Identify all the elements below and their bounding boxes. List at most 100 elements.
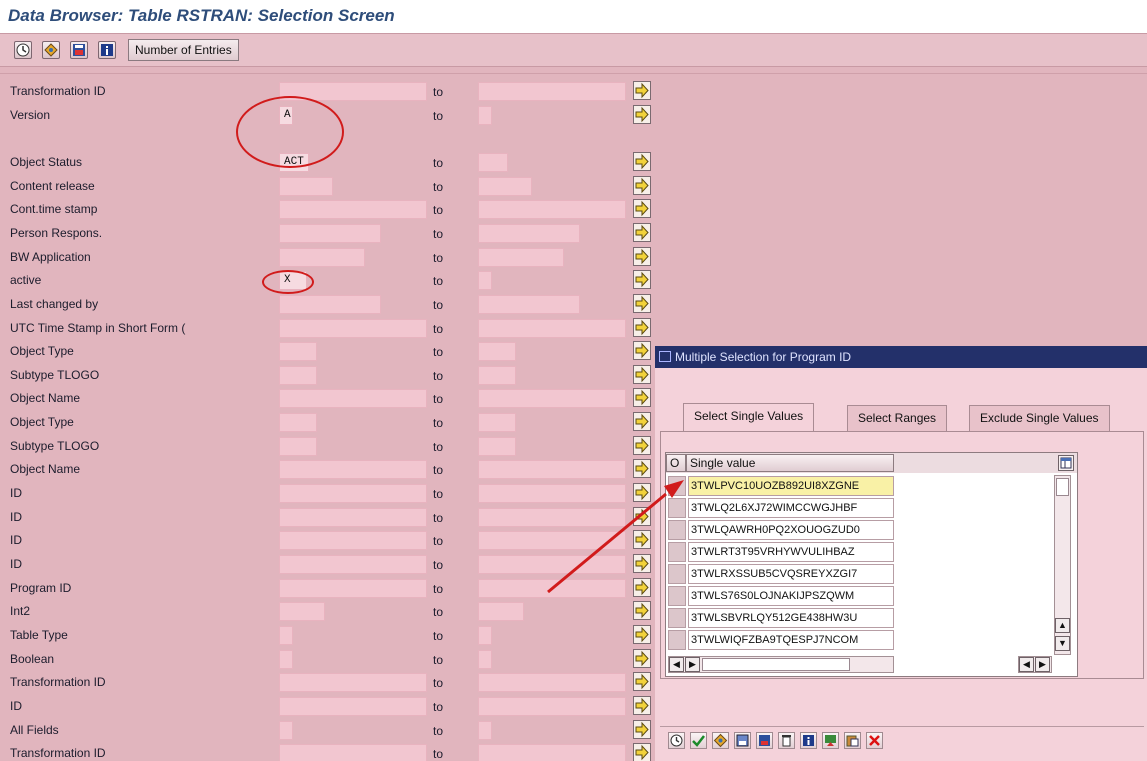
from-input[interactable] <box>279 247 365 267</box>
from-input[interactable] <box>279 555 427 574</box>
paste-icon[interactable] <box>844 732 861 749</box>
multiple-selection-button[interactable] <box>633 695 651 715</box>
to-input[interactable] <box>478 531 626 551</box>
from-input[interactable] <box>279 673 427 693</box>
variant-icon[interactable] <box>42 41 60 59</box>
multiple-selection-button[interactable] <box>633 459 651 479</box>
to-input[interactable] <box>478 484 626 504</box>
to-input[interactable] <box>478 673 626 693</box>
scroll-left-icon[interactable]: ◀ <box>669 657 684 672</box>
multiple-selection-button[interactable] <box>633 719 651 739</box>
from-input[interactable] <box>279 625 293 645</box>
to-input[interactable] <box>478 649 492 669</box>
multiple-selection-button[interactable] <box>633 151 651 171</box>
single-value-cell[interactable]: 3TWLWIQFZBA9TQESPJ7NCOM <box>688 630 894 650</box>
dialog-title-bar[interactable]: Multiple Selection for Program ID <box>655 346 1147 368</box>
multiple-selection-button[interactable] <box>633 388 651 408</box>
from-input[interactable]: A <box>279 105 293 125</box>
tab-select-single-values[interactable]: Select Single Values <box>683 403 815 432</box>
from-input[interactable] <box>279 413 317 433</box>
cancel-icon[interactable] <box>866 732 883 749</box>
from-input[interactable] <box>279 82 427 101</box>
multiple-selection-button[interactable] <box>633 577 651 597</box>
multiple-selection-button[interactable] <box>633 624 651 644</box>
to-input[interactable] <box>478 460 626 480</box>
vertical-scrollbar[interactable]: ▲ ▼ <box>1054 475 1071 655</box>
column-scrollbar[interactable]: ◀ ▶ <box>1018 656 1052 673</box>
multiple-selection-button[interactable] <box>633 435 651 455</box>
to-input[interactable] <box>478 389 626 409</box>
multiple-selection-button[interactable] <box>633 317 651 337</box>
multiple-selection-button[interactable] <box>633 175 651 195</box>
to-input[interactable] <box>478 152 508 172</box>
tab-select-ranges[interactable]: Select Ranges <box>847 405 948 431</box>
from-input[interactable] <box>279 484 427 504</box>
multiple-selection-button[interactable] <box>633 601 651 621</box>
to-input[interactable] <box>478 602 524 622</box>
from-input[interactable] <box>279 507 427 527</box>
to-input[interactable] <box>478 555 626 574</box>
single-value-cell[interactable]: 3TWLQ2L6XJ72WIMCCWGJHBF <box>688 498 894 518</box>
to-input[interactable] <box>478 247 564 267</box>
single-value-cell[interactable]: 3TWLRXSSUB5CVQSREYXZGI7 <box>688 564 894 584</box>
from-input[interactable] <box>279 578 427 598</box>
multiple-selection-button[interactable] <box>633 506 651 526</box>
column-header-o[interactable]: O <box>666 454 686 472</box>
scroll-down-icon[interactable]: ▼ <box>1055 636 1070 651</box>
info-icon[interactable] <box>800 732 817 749</box>
info-icon[interactable] <box>98 41 116 59</box>
to-input[interactable] <box>478 271 492 291</box>
from-input[interactable] <box>279 602 325 622</box>
from-input[interactable] <box>279 318 427 338</box>
multiple-selection-button[interactable] <box>633 246 651 266</box>
row-selector[interactable] <box>668 608 686 628</box>
table-settings-icon[interactable] <box>1058 455 1074 471</box>
save-icon[interactable] <box>756 732 773 749</box>
row-selector[interactable] <box>668 586 686 606</box>
multiple-selection-button[interactable] <box>633 648 651 668</box>
save-icon[interactable] <box>70 41 88 59</box>
from-input[interactable] <box>279 365 317 385</box>
from-input[interactable] <box>279 389 427 409</box>
multiple-selection-button[interactable] <box>633 81 651 100</box>
row-selector[interactable] <box>668 520 686 540</box>
from-input[interactable]: ACT <box>279 152 309 172</box>
from-input[interactable] <box>279 720 293 740</box>
multiple-selection-button[interactable] <box>633 293 651 313</box>
from-input[interactable] <box>279 436 317 456</box>
copy-icon[interactable] <box>734 732 751 749</box>
from-input[interactable] <box>279 460 427 480</box>
single-value-cell[interactable]: 3TWLSBVRLQY512GE438HW3U <box>688 608 894 628</box>
from-input[interactable] <box>279 696 427 716</box>
single-value-cell[interactable]: 3TWLPVC10UOZB892UI8XZGNE <box>688 476 894 496</box>
single-value-cell[interactable]: 3TWLRT3T95VRHYWVULIHBAZ <box>688 542 894 562</box>
execute-icon[interactable] <box>14 41 32 59</box>
multiple-selection-button[interactable] <box>633 104 651 124</box>
to-input[interactable] <box>478 200 626 220</box>
number-of-entries-button[interactable]: Number of Entries <box>128 39 239 61</box>
from-input[interactable] <box>279 649 293 669</box>
from-input[interactable] <box>279 342 317 362</box>
tab-exclude-single-values[interactable]: Exclude Single Values <box>969 405 1110 431</box>
to-input[interactable] <box>478 578 626 598</box>
to-input[interactable] <box>478 294 580 314</box>
multiple-selection-button[interactable] <box>633 530 651 550</box>
from-input[interactable] <box>279 294 381 314</box>
row-selector[interactable] <box>668 498 686 518</box>
from-input[interactable] <box>279 223 381 243</box>
multiple-selection-button[interactable] <box>633 483 651 503</box>
check-icon[interactable] <box>690 732 707 749</box>
scroll-up-icon[interactable]: ▲ <box>1055 618 1070 633</box>
to-input[interactable] <box>478 365 516 385</box>
from-input[interactable] <box>279 531 427 551</box>
multiple-selection-button[interactable] <box>633 364 651 384</box>
to-input[interactable] <box>478 696 626 716</box>
from-input[interactable] <box>279 744 427 761</box>
scrollbar-thumb[interactable] <box>1056 478 1069 496</box>
to-input[interactable] <box>478 413 516 433</box>
to-input[interactable] <box>478 223 580 243</box>
to-input[interactable] <box>478 744 626 761</box>
to-input[interactable] <box>478 82 626 101</box>
column-header-single-value[interactable]: Single value <box>686 454 894 472</box>
from-input[interactable] <box>279 176 333 196</box>
